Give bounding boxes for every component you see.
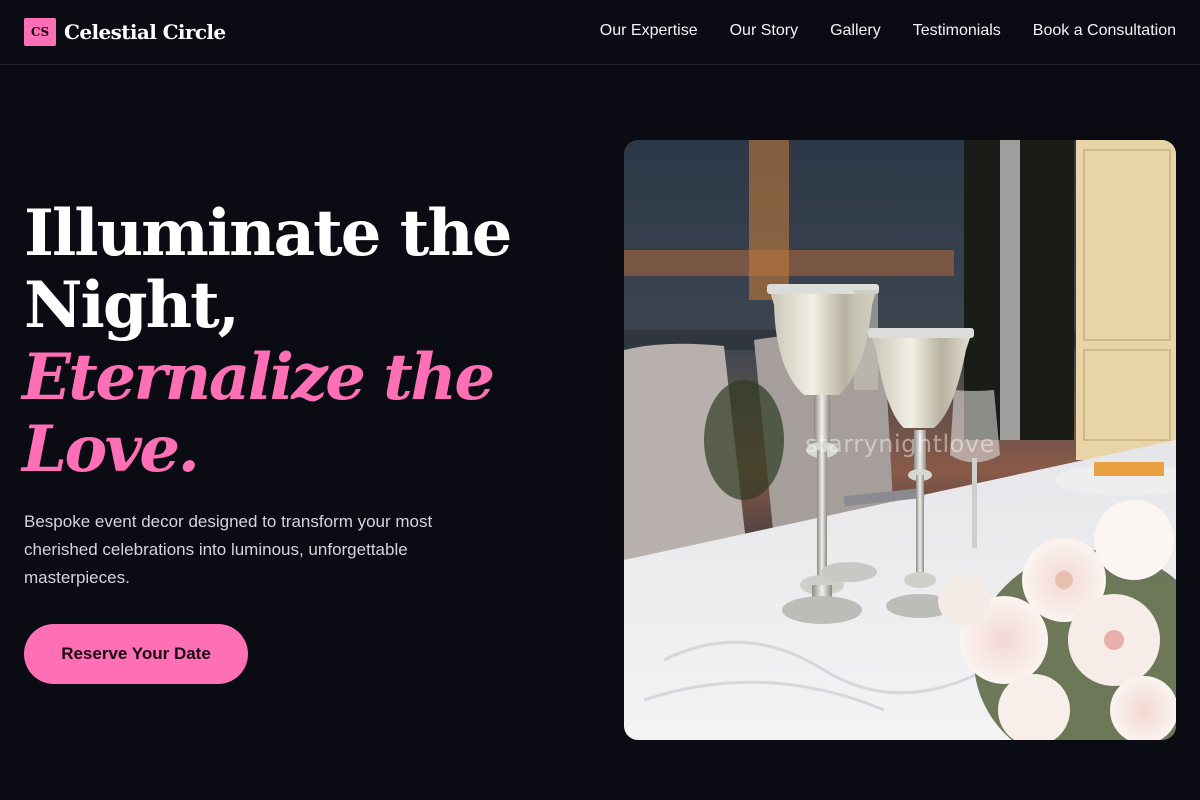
nav-item-book-a-consultation[interactable]: Book a Consultation: [1033, 22, 1176, 40]
nav-item-our-expertise[interactable]: Our Expertise: [600, 22, 698, 40]
hero-title: Illuminate the Night,: [24, 198, 584, 342]
cs-monogram-icon: CS: [24, 18, 56, 46]
hero-title-line-2: Night,: [24, 268, 240, 343]
nav-item-our-story[interactable]: Our Story: [730, 22, 798, 40]
brand-name: Celestial Circle: [64, 20, 226, 44]
hero-title-line-1: Illuminate the: [24, 196, 513, 271]
reserve-your-date-button[interactable]: Reserve Your Date: [24, 624, 248, 684]
hero-accent-line-1: Eternalize the: [22, 340, 495, 415]
hero-accent-line-2: Love.: [22, 412, 200, 487]
hero-image: starrynightlove: [624, 140, 1176, 740]
main-nav: Our Expertise Our Story Gallery Testimon…: [600, 22, 1176, 40]
hero-subtitle: Bespoke event decor designed to transfor…: [24, 512, 433, 587]
nav-item-testimonials[interactable]: Testimonials: [913, 22, 1001, 40]
nav-item-gallery[interactable]: Gallery: [830, 22, 881, 40]
hero-accent-title: Eternalize the Love.: [22, 342, 582, 486]
brand-logo[interactable]: CS Celestial Circle: [24, 18, 226, 46]
site-header: CS Celestial Circle Our Expertise Our St…: [0, 0, 1200, 65]
table-setting-photo: [624, 140, 1176, 740]
